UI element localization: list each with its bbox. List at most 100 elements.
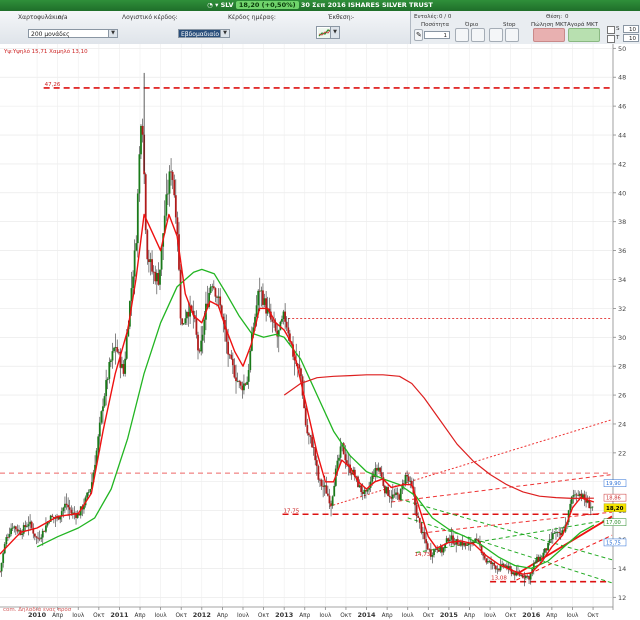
- s-checkbox[interactable]: [607, 26, 615, 34]
- candle-body: [170, 171, 172, 173]
- chevron-down-icon: ▼: [330, 27, 339, 38]
- candle-body: [572, 495, 575, 497]
- candle-body: [18, 530, 20, 532]
- candle-body: [181, 318, 184, 325]
- candle-body: [553, 533, 556, 534]
- candle-body: [558, 532, 561, 534]
- price-chart[interactable]: 47,2617,7514,7313,08 2010 Απρ Ιουλ Οκτ 2011 Α…: [0, 44, 640, 620]
- candle-body: [41, 530, 44, 538]
- candle-body: [14, 526, 17, 530]
- candle-body: [406, 474, 408, 477]
- candle-body: [214, 288, 217, 297]
- candle-body: [548, 539, 551, 543]
- sell-market-button[interactable]: [533, 28, 565, 42]
- candle-body: [390, 497, 393, 499]
- candle-body: [524, 576, 527, 579]
- dropdown-icon[interactable]: ▾: [215, 1, 218, 9]
- candle-body: [212, 286, 215, 289]
- candle-body: [307, 433, 310, 436]
- candle-body: [89, 489, 92, 492]
- y-tick-label: 36: [618, 247, 626, 255]
- candle-body: [187, 312, 190, 317]
- portfolio-value: n/a: [58, 14, 68, 21]
- position-label: Θέση:: [546, 14, 563, 20]
- chevron-down-icon: ▼: [220, 30, 229, 37]
- t-checkbox[interactable]: [607, 35, 615, 43]
- candle-body: [398, 494, 401, 500]
- chart-style-select[interactable]: ▼: [316, 26, 340, 39]
- candle-body: [219, 296, 222, 306]
- candle-body: [550, 539, 553, 540]
- candle-body: [258, 290, 261, 292]
- x-tick-label: Οκτ: [587, 613, 599, 619]
- candle-body: [155, 272, 158, 282]
- candle-body: [62, 507, 65, 512]
- stop-sell-button[interactable]: [505, 28, 519, 42]
- y-tick-label: 14: [618, 565, 626, 573]
- candle-body: [165, 194, 168, 216]
- candle-body: [521, 574, 524, 578]
- pencil-button[interactable]: ✎: [414, 29, 423, 41]
- s-value-input[interactable]: 10: [623, 25, 639, 33]
- candle-body: [167, 193, 169, 195]
- candle-body: [540, 556, 543, 558]
- candle-body: [536, 556, 538, 562]
- trade-panel: Εντολές: 0 / 0 Θέση: 0 Ποσότητα Όριο Sto…: [410, 11, 640, 44]
- exposure-dropdown[interactable]: -: [352, 14, 354, 21]
- candle-body: [366, 489, 369, 492]
- x-tick-label: Οκτ: [175, 613, 187, 619]
- t-value-input[interactable]: 10: [623, 34, 639, 42]
- candle-body: [282, 311, 285, 319]
- range-info-label: Υψ:Υψηλό 15,71 Χαμηλό 13,10: [3, 48, 88, 55]
- candle-body: [75, 514, 77, 518]
- candle-body: [246, 381, 249, 385]
- position-value: 0: [565, 14, 569, 20]
- candle-body: [168, 171, 171, 194]
- candle-body: [385, 487, 388, 494]
- candle-body: [323, 485, 326, 487]
- period-select[interactable]: Εβδομαδιαίο ▼: [178, 29, 230, 38]
- y-tick-label: 12: [618, 594, 626, 602]
- candle-body: [315, 460, 318, 467]
- candle-body: [37, 537, 39, 539]
- candle-body: [496, 568, 499, 570]
- x-tick-label: 2014: [357, 611, 376, 619]
- candle-body: [360, 485, 363, 493]
- candle-body: [418, 517, 421, 523]
- candle-body: [344, 454, 347, 461]
- candle-body: [116, 347, 119, 352]
- x-tick-label: Ιουλ: [72, 613, 85, 619]
- candle-body: [70, 509, 73, 514]
- candle-body: [265, 298, 268, 314]
- candle-body: [431, 555, 434, 557]
- candle-body: [577, 495, 580, 497]
- candle-body: [198, 350, 201, 352]
- candle-body: [436, 549, 439, 550]
- candle-body: [43, 530, 46, 532]
- candle-body: [526, 576, 529, 577]
- price-tag: 19,90: [606, 481, 621, 487]
- level-annotation: 13,08: [491, 576, 507, 582]
- candle-body: [260, 290, 263, 292]
- candle-body: [257, 290, 260, 306]
- accounting-profit-dropdown[interactable]: -: [174, 14, 176, 21]
- quantity-input[interactable]: 1: [424, 31, 450, 39]
- candle-body: [235, 377, 237, 382]
- candle-body: [591, 506, 594, 508]
- candle-body: [64, 503, 66, 508]
- candle-body: [157, 272, 160, 285]
- candle-body: [238, 380, 241, 382]
- candle-body: [448, 539, 451, 542]
- t-label: T: [616, 35, 620, 41]
- stop-buy-button[interactable]: [489, 28, 503, 42]
- daily-profit-dropdown[interactable]: -: [272, 14, 274, 21]
- buy-market-button[interactable]: [568, 28, 600, 42]
- candle-body: [477, 539, 480, 542]
- candle-body: [197, 334, 199, 351]
- candle-body: [68, 507, 71, 510]
- limit-buy-button[interactable]: [455, 28, 469, 42]
- limit-sell-button[interactable]: [471, 28, 485, 42]
- bars-count-select[interactable]: 200 μονάδες ▼: [28, 29, 118, 38]
- watermark-text: com. Δηλαδιά ένας πρόσ: [3, 606, 72, 613]
- s-label: S: [616, 26, 620, 32]
